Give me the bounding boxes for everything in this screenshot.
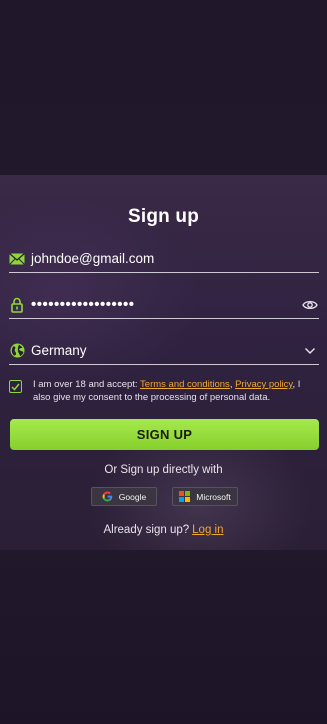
terms-link[interactable]: Terms and conditions — [140, 379, 230, 390]
country-select[interactable]: Germany — [9, 337, 319, 365]
checkmark-icon — [11, 383, 20, 391]
signup-button[interactable]: SIGN UP — [10, 419, 319, 450]
background-top — [0, 0, 327, 175]
globe-icon — [9, 343, 25, 359]
consent-checkbox[interactable] — [9, 380, 22, 393]
already-text: Already sign up? — [103, 524, 190, 536]
google-label: Google — [118, 491, 147, 502]
password-field[interactable]: •••••••••••••••••• — [9, 291, 319, 319]
eye-icon[interactable] — [301, 296, 319, 314]
login-link[interactable]: Log in — [192, 524, 223, 536]
lock-icon — [9, 297, 25, 313]
privacy-link[interactable]: Privacy policy — [235, 379, 292, 390]
consent-prefix: I am over 18 and accept: — [33, 379, 141, 390]
consent-row: I am over 18 and accept: Terms and condi… — [9, 378, 319, 404]
email-field[interactable]: johndoe@gmail.com — [9, 245, 319, 273]
password-input[interactable]: •••••••••••••••••• — [31, 296, 301, 313]
email-input[interactable]: johndoe@gmail.com — [31, 251, 319, 266]
or-signup-text: Or Sign up directly with — [104, 464, 223, 476]
microsoft-logo-icon — [179, 491, 191, 502]
consent-text: I am over 18 and accept: Terms and condi… — [33, 378, 319, 404]
google-signup-button[interactable]: Google — [91, 487, 157, 506]
background-bottom — [0, 550, 327, 724]
microsoft-signup-button[interactable]: Microsoft — [172, 487, 238, 506]
already-signed-up: Already sign up? Log in — [0, 524, 327, 536]
chevron-down-icon[interactable] — [301, 342, 319, 360]
microsoft-label: Microsoft — [196, 491, 231, 502]
envelope-icon — [9, 251, 25, 267]
country-value: Germany — [31, 343, 87, 358]
page-title: Sign up — [127, 206, 200, 227]
google-logo-icon — [102, 491, 113, 502]
